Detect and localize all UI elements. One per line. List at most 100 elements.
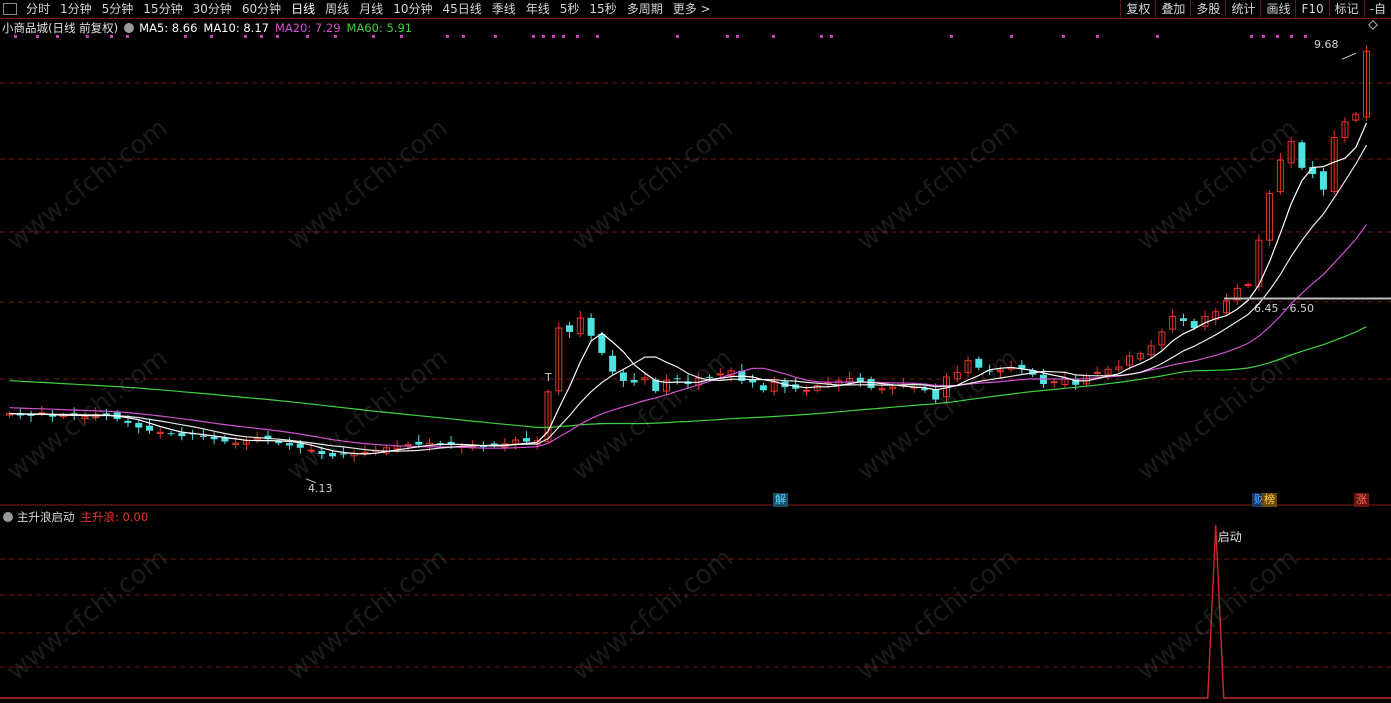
menu-icon[interactable] [3, 3, 17, 15]
tool-button-1[interactable]: 叠加 [1155, 0, 1190, 18]
event-dot [1156, 35, 1159, 38]
event-dot [126, 35, 129, 38]
ma5-line [9, 122, 1368, 455]
event-dot [260, 35, 263, 38]
candle-body [587, 317, 595, 336]
tab-period-0[interactable]: 分时 [21, 0, 55, 18]
tab-period-3[interactable]: 15分钟 [138, 0, 187, 18]
tool-button-6[interactable]: 标记 [1328, 0, 1364, 18]
tab-period-7[interactable]: 周线 [320, 0, 354, 18]
candle-body [339, 453, 347, 455]
tool-button-4[interactable]: 画线 [1260, 0, 1295, 18]
event-dot [400, 35, 403, 38]
tab-period-1[interactable]: 1分钟 [55, 0, 97, 18]
event-dot [1276, 35, 1279, 38]
signal-line [0, 524, 1391, 699]
event-dot [244, 35, 247, 38]
event-dot [1290, 35, 1293, 38]
tool-button-5[interactable]: F10 [1295, 0, 1328, 18]
event-dot [334, 35, 337, 38]
settings-icon[interactable] [3, 511, 13, 522]
candle-body [566, 325, 574, 332]
candle-body [932, 389, 940, 400]
event-dot [532, 35, 535, 38]
tab-period-14[interactable]: 15秒 [584, 0, 621, 18]
candle-body [124, 420, 132, 423]
event-dot [36, 35, 39, 38]
indicator-header: 主升浪启动 主升浪: 0.00 [0, 509, 148, 524]
candle-body [318, 451, 326, 455]
candle-body [199, 435, 207, 437]
candle-body [307, 449, 315, 452]
event-tag-rank[interactable]: 榜 [1262, 493, 1277, 507]
event-dot [110, 35, 113, 38]
event-dot [772, 35, 775, 38]
event-dot [1262, 35, 1265, 38]
event-tag-limit-up[interactable]: 涨 [1354, 493, 1369, 507]
tool-button-0[interactable]: 复权 [1120, 0, 1155, 18]
tab-period-9[interactable]: 10分钟 [388, 0, 437, 18]
event-dot [86, 35, 89, 38]
candle-body [759, 385, 767, 391]
tab-period-12[interactable]: 年线 [521, 0, 555, 18]
tool-button-3[interactable]: 统计 [1225, 0, 1260, 18]
tab-period-10[interactable]: 45日线 [437, 0, 486, 18]
candle-body [856, 377, 864, 382]
event-dot [462, 35, 465, 38]
event-dot [1096, 35, 1099, 38]
candle-body [135, 422, 143, 428]
diamond-icon [1368, 20, 1378, 30]
candle-body [16, 414, 24, 416]
period-tabs: 分时 1分钟 5分钟 15分钟 30分钟 60分钟 日线 周线 月线 10分钟 45日线 季线 年线 5秒… [21, 0, 716, 18]
event-dot [950, 35, 953, 38]
event-dot [830, 35, 833, 38]
event-dot [726, 35, 729, 38]
event-dot [372, 35, 375, 38]
kline-chart[interactable] [0, 19, 1391, 506]
tab-period-13[interactable]: 5秒 [555, 0, 585, 18]
t-marker: T [545, 371, 552, 384]
event-dot [276, 35, 279, 38]
event-dot [542, 35, 545, 38]
candle-body [1179, 318, 1187, 322]
tab-period-15[interactable]: 多周期 [622, 0, 668, 18]
tool-button-7[interactable]: -自 [1363, 0, 1391, 18]
tab-period-4[interactable]: 30分钟 [188, 0, 237, 18]
event-dot [184, 35, 187, 38]
event-dot [1250, 35, 1253, 38]
event-dot [494, 35, 497, 38]
tab-period-5[interactable]: 60分钟 [237, 0, 286, 18]
event-dot [14, 35, 17, 38]
ma10-line [9, 144, 1368, 452]
low-price-label: 4.13 [308, 482, 333, 495]
event-dot [1304, 35, 1307, 38]
candle-body [975, 358, 983, 368]
candle-body [630, 379, 638, 383]
indicator-chart[interactable]: 启动 [0, 523, 1391, 703]
event-dot [1062, 35, 1065, 38]
candle-body [609, 355, 617, 372]
tab-period-2[interactable]: 5分钟 [97, 0, 139, 18]
candle-body [1050, 381, 1058, 384]
candle-body [706, 376, 714, 378]
candle-body [1018, 364, 1026, 369]
event-dot [1010, 35, 1013, 38]
candle-body [1319, 171, 1327, 190]
tool-button-2[interactable]: 多股 [1190, 0, 1225, 18]
event-dot [56, 35, 59, 38]
candle-body [178, 432, 186, 437]
candle-body [296, 443, 304, 448]
event-dot [820, 35, 823, 38]
tab-period-16[interactable]: 更多 > [668, 0, 716, 18]
tab-period-8[interactable]: 月线 [354, 0, 388, 18]
event-dot [446, 35, 449, 38]
candle-body [802, 389, 810, 392]
signal-label: 启动 [1218, 530, 1242, 544]
event-dot [562, 35, 565, 38]
candle-body [1298, 142, 1306, 168]
tab-period-11[interactable]: 季线 [487, 0, 521, 18]
candle-body [598, 333, 606, 353]
event-dot [736, 35, 739, 38]
event-tag-unlock[interactable]: 解 [773, 493, 788, 507]
tab-period-6[interactable]: 日线 [286, 0, 320, 18]
